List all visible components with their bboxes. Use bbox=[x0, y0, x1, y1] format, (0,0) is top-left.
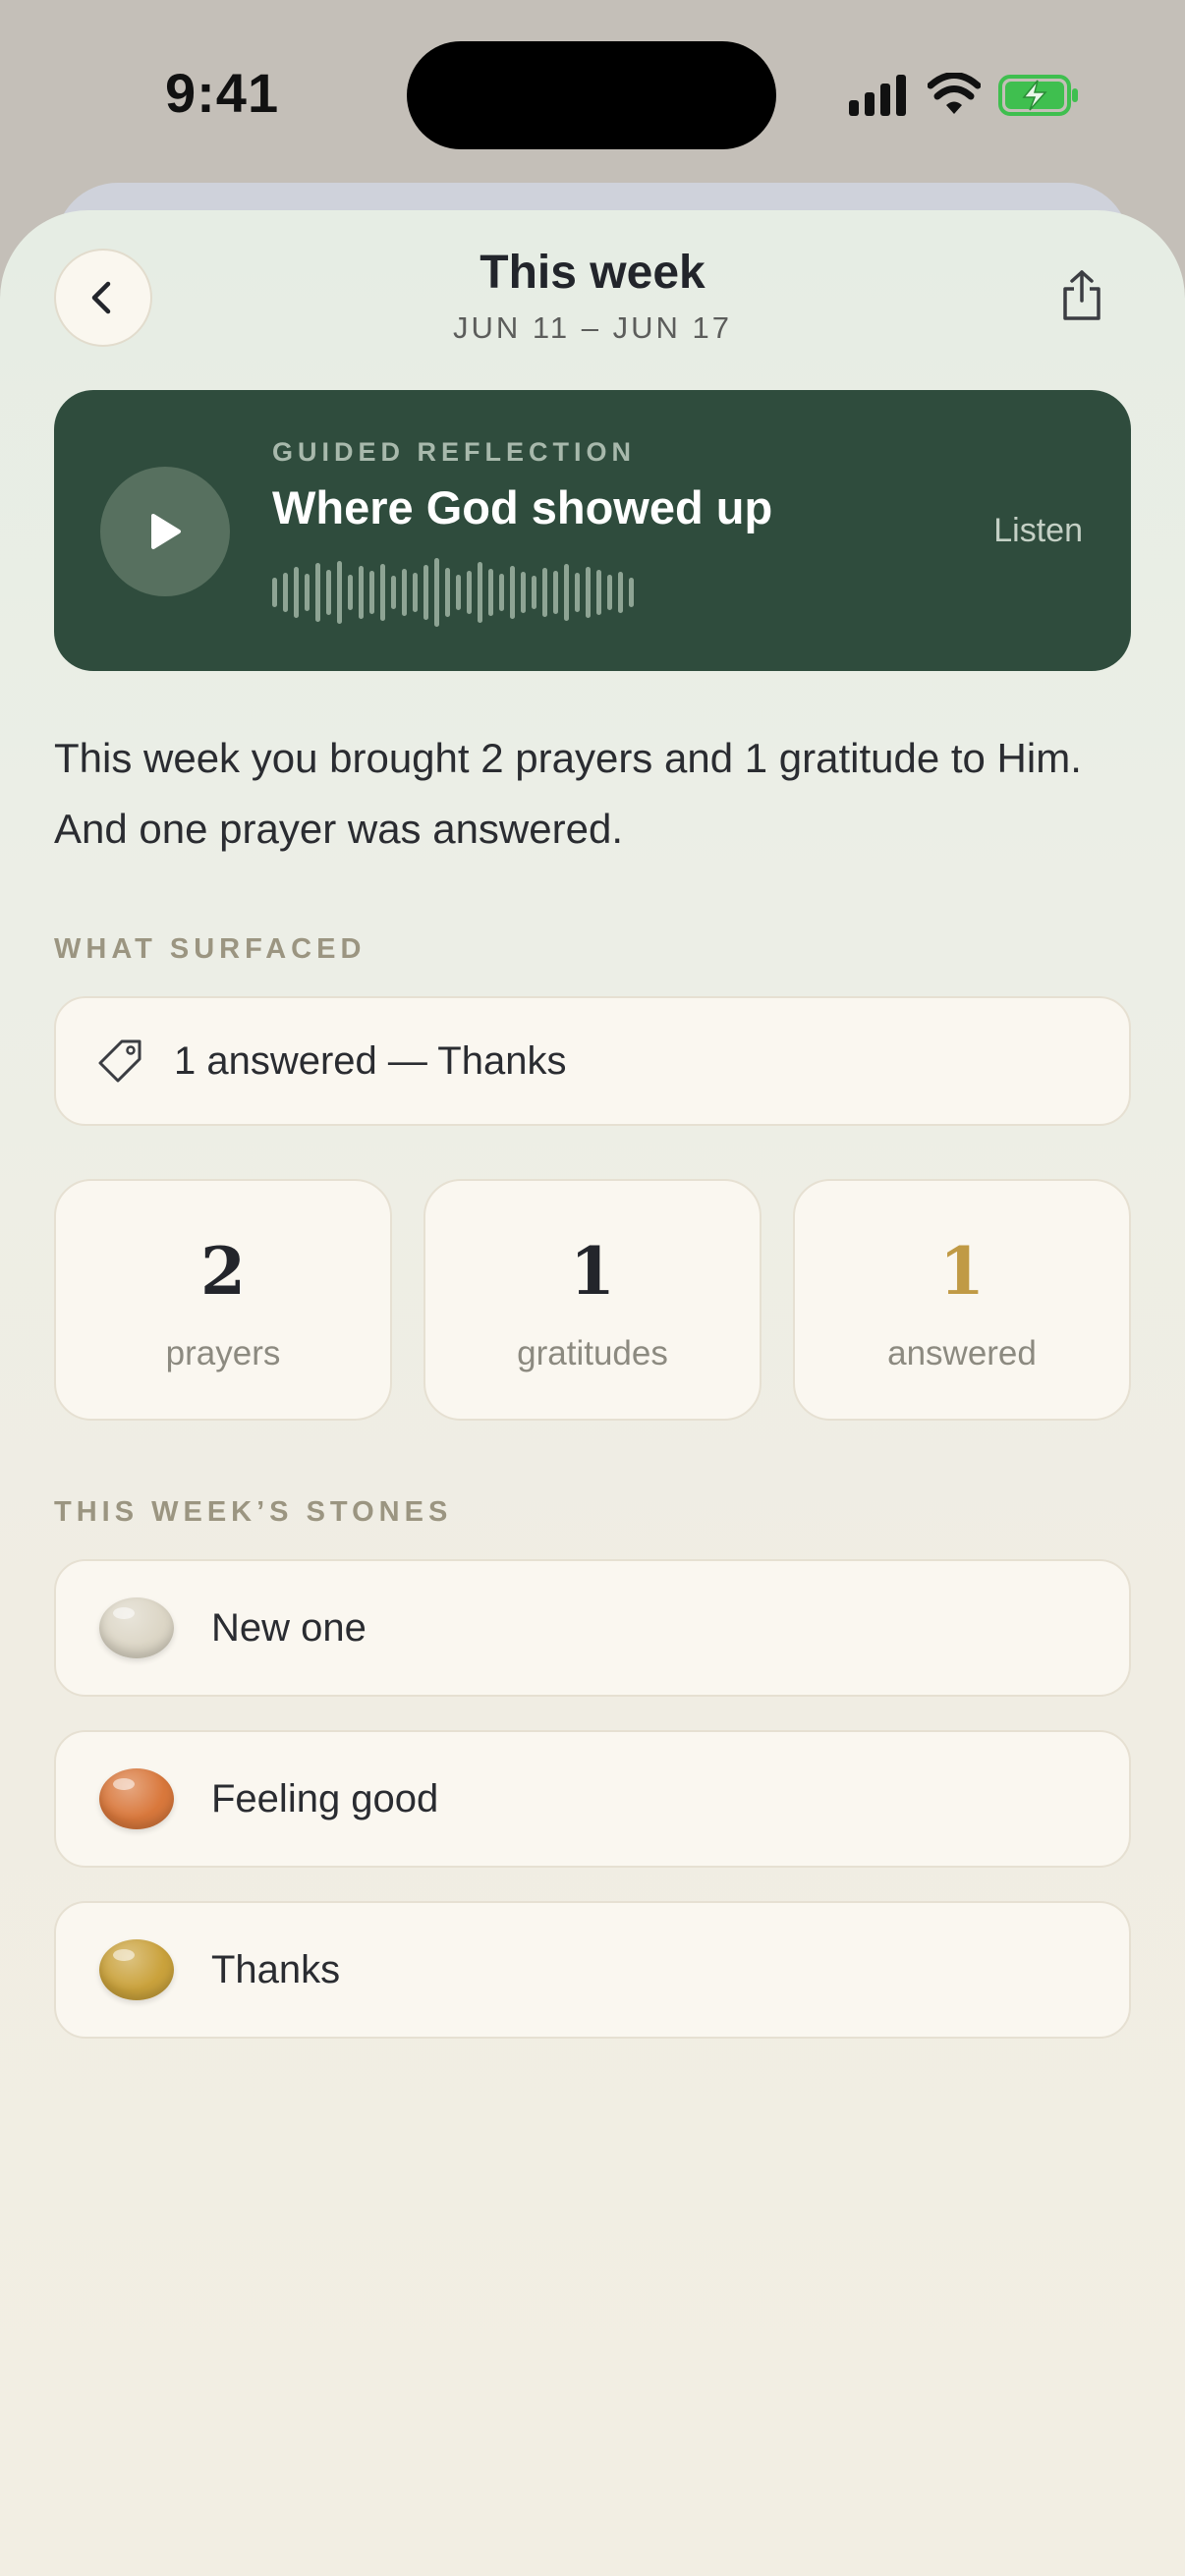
waveform-bar bbox=[305, 574, 310, 611]
listen-button[interactable]: Listen bbox=[993, 512, 1083, 550]
section-label-stones: THIS WEEK’S STONES bbox=[54, 1496, 453, 1528]
waveform-bar bbox=[445, 568, 450, 617]
stat-label: answered bbox=[887, 1334, 1037, 1372]
waveform-bar bbox=[607, 575, 612, 610]
stone-name: New one bbox=[211, 1605, 367, 1650]
waveform-bar bbox=[575, 573, 580, 612]
battery-charging-icon bbox=[998, 75, 1078, 116]
tag-icon bbox=[98, 1039, 141, 1083]
cellular-signal-icon bbox=[849, 75, 906, 116]
status-time: 9:41 bbox=[165, 62, 280, 124]
stone-pebble-icon bbox=[99, 1597, 174, 1658]
play-icon bbox=[151, 514, 181, 549]
stone-pebble-icon bbox=[99, 1768, 174, 1829]
waveform-bar bbox=[618, 572, 623, 613]
share-icon bbox=[1063, 270, 1100, 320]
waveform-bar bbox=[326, 570, 331, 615]
share-button[interactable] bbox=[1051, 265, 1112, 326]
waveform-bar bbox=[532, 576, 536, 609]
stone-pebble-icon bbox=[99, 1939, 174, 2000]
date-range: JUN 11 – JUN 17 bbox=[453, 310, 732, 345]
wifi-icon bbox=[928, 73, 981, 114]
waveform-bar bbox=[348, 575, 353, 610]
waveform-bar bbox=[510, 566, 515, 619]
surfaced-item[interactable]: 1 answered — Thanks bbox=[54, 996, 1131, 1126]
stones-list: New one Feeling good Thanks bbox=[54, 1559, 1131, 2072]
waveform-bar bbox=[337, 561, 342, 624]
waveform-bar bbox=[434, 558, 439, 627]
waveform-bar bbox=[294, 567, 299, 618]
stone-item[interactable]: Thanks bbox=[54, 1901, 1131, 2039]
waveform-bar bbox=[283, 573, 288, 612]
reflection-kicker: GUIDED REFLECTION bbox=[272, 437, 637, 467]
stat-label: gratitudes bbox=[517, 1334, 668, 1372]
waveform-bar bbox=[542, 568, 547, 617]
weekly-summary: This week you brought 2 prayers and 1 gr… bbox=[54, 735, 1082, 852]
stats-row: 2 prayers 1 gratitudes 1 answered bbox=[54, 1179, 1131, 1421]
stat-prayers: 2 prayers bbox=[54, 1179, 392, 1421]
dynamic-island bbox=[407, 41, 776, 149]
stat-gratitudes: 1 gratitudes bbox=[423, 1179, 762, 1421]
waveform-bar bbox=[629, 578, 634, 607]
stone-item[interactable]: New one bbox=[54, 1559, 1131, 1697]
waveform-bar bbox=[586, 567, 591, 618]
waveform-bar bbox=[456, 575, 461, 610]
page-title: This week bbox=[480, 247, 705, 299]
stone-item[interactable]: Feeling good bbox=[54, 1730, 1131, 1868]
waveform-bar bbox=[564, 564, 569, 621]
waveform-bar bbox=[413, 573, 418, 612]
waveform-bar bbox=[402, 569, 407, 616]
stat-value: 1 bbox=[939, 1233, 985, 1310]
stat-value: 2 bbox=[200, 1233, 246, 1310]
waveform-bar bbox=[478, 562, 482, 623]
waveform-bar bbox=[359, 566, 364, 619]
waveform-bar bbox=[423, 565, 428, 620]
reflection-title: Where God showed up bbox=[272, 481, 773, 533]
waveform-bar bbox=[391, 576, 396, 609]
stone-name: Feeling good bbox=[211, 1776, 439, 1820]
waveform-bar bbox=[553, 571, 558, 614]
waveform-bar bbox=[488, 569, 493, 616]
waveform-icon bbox=[272, 555, 634, 630]
waveform-bar bbox=[369, 571, 374, 614]
waveform-bar bbox=[596, 570, 601, 615]
play-button[interactable] bbox=[100, 467, 230, 596]
waveform-bar bbox=[380, 564, 385, 621]
waveform-bar bbox=[499, 574, 504, 611]
stat-answered: 1 answered bbox=[793, 1179, 1131, 1421]
section-label-surfaced: WHAT SURFACED bbox=[54, 933, 367, 965]
surfaced-item-text: 1 answered — Thanks bbox=[174, 1038, 567, 1083]
status-bar: 9:41 bbox=[0, 0, 1185, 187]
waveform-bar bbox=[467, 571, 472, 614]
stat-label: prayers bbox=[165, 1334, 281, 1372]
waveform-bar bbox=[521, 572, 526, 613]
waveform-bar bbox=[315, 563, 320, 622]
waveform-bar bbox=[272, 578, 277, 607]
stone-name: Thanks bbox=[211, 1947, 341, 1991]
guided-reflection-card[interactable]: GUIDED REFLECTION Where God showed up Li… bbox=[54, 390, 1131, 671]
stat-value: 1 bbox=[570, 1233, 615, 1310]
